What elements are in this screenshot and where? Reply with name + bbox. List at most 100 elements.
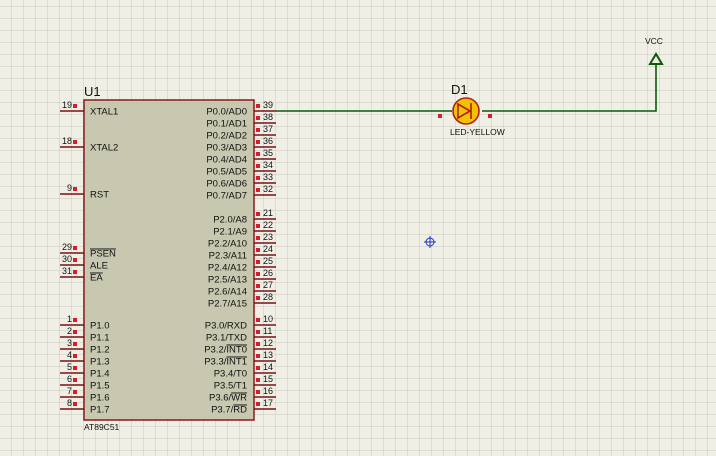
pin-number: 39 [263, 100, 273, 110]
pin-name: P2.6/A14 [208, 287, 247, 298]
pin-number: 4 [67, 350, 72, 360]
pin-name: P0.3/AD3 [206, 143, 247, 154]
pin-number: 35 [263, 148, 273, 158]
led-pin-left[interactable] [438, 114, 442, 118]
pin-name: P0.2/AD2 [206, 131, 247, 142]
pin-connector[interactable] [256, 128, 260, 132]
led-ref-label[interactable]: D1 [451, 82, 468, 97]
pin-connector[interactable] [256, 104, 260, 108]
pin-number: 25 [263, 256, 273, 266]
pin-connector[interactable] [256, 378, 260, 382]
pin-name: P2.5/A13 [208, 275, 247, 286]
pin-number: 19 [62, 100, 72, 110]
pin-connector[interactable] [73, 390, 77, 394]
pin-connector[interactable] [73, 187, 77, 191]
pin-connector[interactable] [256, 272, 260, 276]
pin-name: P2.2/A10 [208, 239, 247, 250]
led-value-label[interactable]: LED-YELLOW [450, 127, 505, 137]
right-pins: 39 P0.0/AD0 38 P0.1/AD1 37 P0.2/AD2 36 P0.3/AD3… [204, 100, 276, 416]
pin-name: P2.3/A11 [209, 251, 247, 262]
pin-number: 6 [67, 374, 72, 384]
pin-number: 21 [263, 208, 273, 218]
pin-name: RST [90, 190, 109, 201]
schematic-canvas[interactable]: U1 AT89C51 19 XTAL1 18 XTAL2 9 RST 29 PSEN 30 ALE… [0, 0, 716, 456]
pin-connector[interactable] [256, 318, 260, 322]
pin-name: P0.5/AD5 [206, 167, 247, 178]
pin-name: P2.4/A12 [208, 263, 247, 274]
pin-name: PSEN [90, 249, 116, 260]
pin-connector[interactable] [73, 104, 77, 108]
pin-number: 30 [62, 254, 72, 264]
pin-name: P3.0/RXD [205, 321, 247, 332]
pin-name: P2.0/A8 [213, 215, 247, 226]
pin-name: P0.4/AD4 [206, 155, 247, 166]
pin-name: XTAL2 [90, 143, 118, 154]
pin-name: P1.2 [90, 345, 110, 356]
pin-name: P0.7/AD7 [206, 191, 247, 202]
pin-name: P1.0 [90, 321, 110, 332]
pin-connector[interactable] [256, 402, 260, 406]
pin-connector[interactable] [73, 270, 77, 274]
pin-connector[interactable] [256, 296, 260, 300]
pin-number: 14 [263, 362, 273, 372]
pin-number: 1 [67, 314, 72, 324]
pin-number: 37 [263, 124, 273, 134]
pin-number: 18 [62, 136, 72, 146]
pin-number: 36 [263, 136, 273, 146]
pin-number: 29 [62, 242, 72, 252]
pin-connector[interactable] [256, 342, 260, 346]
pin-connector[interactable] [256, 236, 260, 240]
pin-number: 9 [67, 183, 72, 193]
pin-name: P3.7/RD [211, 405, 247, 416]
pin-name: P1.7 [90, 405, 110, 416]
pin-connector[interactable] [73, 258, 77, 262]
pin-connector[interactable] [256, 176, 260, 180]
pin-connector[interactable] [256, 390, 260, 394]
pin-connector[interactable] [256, 224, 260, 228]
chip-ref-label[interactable]: U1 [84, 84, 101, 99]
pin-number: 23 [263, 232, 273, 242]
pin-connector[interactable] [256, 354, 260, 358]
pin-name: P3.4/T0 [214, 369, 247, 380]
pin-connector[interactable] [73, 140, 77, 144]
pin-connector[interactable] [256, 152, 260, 156]
pin-connector[interactable] [256, 164, 260, 168]
pin-number: 33 [263, 172, 273, 182]
pin-connector[interactable] [73, 366, 77, 370]
pin-connector[interactable] [256, 140, 260, 144]
pin-connector[interactable] [73, 342, 77, 346]
pin-number: 12 [263, 338, 273, 348]
pin-name: P1.5 [90, 381, 110, 392]
pin-connector[interactable] [256, 366, 260, 370]
led-body[interactable] [452, 97, 480, 125]
pin-connector[interactable] [73, 354, 77, 358]
pin-name: XTAL1 [90, 107, 118, 118]
pin-connector[interactable] [256, 248, 260, 252]
pin-connector[interactable] [73, 330, 77, 334]
pin-connector[interactable] [256, 284, 260, 288]
pin-number: 26 [263, 268, 273, 278]
pin-name: ALE [90, 261, 108, 272]
pin-connector[interactable] [73, 246, 77, 250]
pin-connector[interactable] [256, 212, 260, 216]
vcc-label[interactable]: VCC [645, 36, 663, 46]
pin-name: P0.6/AD6 [206, 179, 247, 190]
pin-number: 28 [263, 292, 273, 302]
pin-connector[interactable] [73, 318, 77, 322]
led-pin-right[interactable] [488, 114, 492, 118]
pin-connector[interactable] [256, 116, 260, 120]
pin-number: 2 [67, 326, 72, 336]
pin-name: P3.6/WR [209, 393, 247, 404]
pin-connector[interactable] [256, 330, 260, 334]
pin-connector[interactable] [73, 378, 77, 382]
pin-connector[interactable] [256, 260, 260, 264]
pin-number: 17 [263, 398, 273, 408]
pin-number: 5 [67, 362, 72, 372]
pin-number: 32 [263, 184, 273, 194]
pin-connector[interactable] [256, 188, 260, 192]
microcontroller-u1[interactable]: U1 AT89C51 19 XTAL1 18 XTAL2 9 RST 29 PSEN 30 ALE… [60, 84, 276, 432]
chip-part-label[interactable]: AT89C51 [84, 422, 120, 432]
pin-number: 16 [263, 386, 273, 396]
pin-name: P2.1/A9 [213, 227, 247, 238]
pin-connector[interactable] [73, 402, 77, 406]
